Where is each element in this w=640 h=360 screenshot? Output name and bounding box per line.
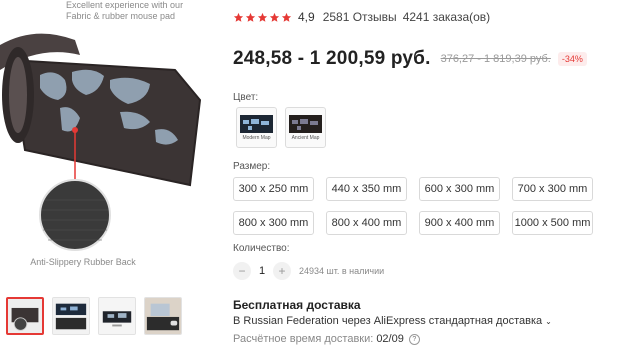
color-option-caption: Ancient Map	[291, 134, 320, 141]
mouse-pad-illustration	[0, 33, 202, 251]
stock-count: 24934 шт. в наличии	[299, 266, 385, 276]
quantity-decrease-button[interactable]: −	[233, 262, 251, 280]
star-icon	[245, 12, 256, 22]
chevron-down-icon: ⌄	[545, 316, 552, 326]
rating-row: 4,9 2581 Отзывы 4241 заказа(ов)	[233, 10, 490, 24]
thumbnail-1[interactable]	[6, 297, 44, 335]
thumbnail-strip	[6, 297, 182, 335]
size-option[interactable]: 1000 x 500 mm	[512, 211, 593, 235]
star-icon	[257, 12, 268, 22]
color-options: Modern Map Ancient Map	[236, 107, 326, 148]
rating-stars	[233, 12, 292, 23]
modern-map-swatch	[240, 114, 273, 133]
price-row: 248,58 - 1 200,59 руб. 376,27 - 1 819,39…	[233, 48, 587, 70]
thumbnail-image	[53, 298, 89, 334]
product-details: 4,9 2581 Отзывы 4241 заказа(ов) 248,58 -…	[233, 0, 633, 360]
star-icon	[281, 12, 292, 22]
quantity-stepper: − 1 + 24934 шт. в наличии	[233, 262, 384, 280]
color-option-caption: Modern Map	[242, 134, 271, 141]
shipping-method-selector[interactable]: В Russian Federation через AliExpress ст…	[233, 315, 552, 327]
reviews-link[interactable]: 2581 Отзывы	[323, 10, 397, 24]
star-icon	[233, 12, 244, 22]
hero-caption: Excellent experience with our Fabric & r…	[66, 0, 184, 21]
size-option[interactable]: 600 x 300 mm	[419, 177, 500, 201]
thumbnail-4[interactable]	[144, 297, 182, 335]
size-option[interactable]: 300 x 250 mm	[233, 177, 314, 201]
delivery-label: Расчётное время доставки:	[233, 333, 374, 345]
delivery-estimate: Расчётное время доставки: 02/09 ?	[233, 333, 420, 345]
size-option[interactable]: 440 x 350 mm	[326, 177, 407, 201]
size-label: Размер:	[233, 161, 271, 172]
color-label: Цвет:	[233, 92, 259, 103]
product-gallery: Excellent experience with our Fabric & r…	[0, 0, 205, 360]
thumbnail-image	[145, 298, 181, 334]
thumbnail-image	[99, 298, 135, 334]
orders-count: 4241 заказа(ов)	[402, 10, 491, 24]
price-range: 248,58 - 1 200,59 руб.	[233, 48, 431, 69]
color-option-modern-map[interactable]: Modern Map	[236, 107, 277, 148]
size-option[interactable]: 800 x 300 mm	[233, 211, 314, 235]
size-option[interactable]: 700 x 300 mm	[512, 177, 593, 201]
quantity-increase-button[interactable]: +	[273, 262, 291, 280]
thumbnail-2[interactable]	[52, 297, 90, 335]
star-icon	[269, 12, 280, 22]
help-icon[interactable]: ?	[408, 333, 420, 345]
delivery-date: 02/09	[376, 333, 404, 345]
quantity-label: Количество:	[233, 243, 290, 254]
quantity-value[interactable]: 1	[251, 265, 273, 277]
shipping-title: Бесплатная доставка	[233, 298, 361, 312]
size-option[interactable]: 800 x 400 mm	[326, 211, 407, 235]
old-price-range: 376,27 - 1 819,39 руб.	[440, 53, 551, 65]
thumbnail-image	[8, 299, 42, 333]
size-option[interactable]: 900 x 400 mm	[419, 211, 500, 235]
rubber-back-caption: Anti-Slippery Rubber Back	[30, 257, 136, 267]
rating-value: 4,9	[298, 10, 315, 24]
thumbnail-3[interactable]	[98, 297, 136, 335]
main-product-image[interactable]: Excellent experience with our Fabric & r…	[0, 0, 205, 290]
color-option-ancient-map[interactable]: Ancient Map	[285, 107, 326, 148]
size-options: 300 x 250 mm 440 x 350 mm 600 x 300 mm 7…	[233, 177, 593, 235]
ancient-map-swatch	[289, 114, 322, 133]
shipping-method-text: В Russian Federation через AliExpress ст…	[233, 315, 543, 327]
discount-badge: -34%	[557, 52, 587, 66]
